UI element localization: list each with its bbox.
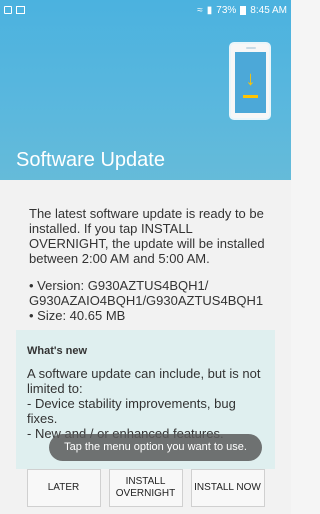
download-bar-icon bbox=[243, 95, 258, 98]
phone-screen: ↓ bbox=[235, 52, 266, 113]
status-right: ≈ ▮ 73% 8:45 AM bbox=[197, 5, 287, 16]
status-left bbox=[4, 6, 25, 14]
page-title: Software Update bbox=[16, 149, 165, 171]
gallery-icon bbox=[4, 6, 12, 14]
update-intro: The latest software update is ready to b… bbox=[29, 206, 265, 266]
later-button[interactable]: LATER bbox=[26, 469, 101, 507]
size-line: • Size: 40.65 MB bbox=[29, 308, 126, 323]
update-content: The latest software update is ready to b… bbox=[0, 180, 291, 514]
whats-new-line-2: - Device stability improvements, bug fix… bbox=[27, 396, 236, 426]
version-continued: G930AZAIO4BQH1/G930AZTUS4BQH1 bbox=[29, 293, 264, 308]
whats-new-box: What's new A software update can include… bbox=[16, 330, 275, 487]
install-overnight-button[interactable]: INSTALL OVERNIGHT bbox=[108, 469, 183, 507]
version-line: • Version: G930AZTUS4BQH1/ bbox=[29, 278, 209, 293]
update-details: • Version: G930AZTUS4BQH1/ G930AZAIO4BQH… bbox=[29, 278, 272, 323]
whats-new-body: A software update can include, but is no… bbox=[27, 366, 263, 441]
toast-message: Tap the menu option you want to use. bbox=[49, 434, 262, 461]
whats-new-line-1: A software update can include, but is no… bbox=[27, 366, 261, 396]
battery-percent: 73% bbox=[216, 4, 237, 16]
notification-icon bbox=[16, 6, 25, 14]
whats-new-title: What's new bbox=[27, 345, 88, 357]
status-time: 8:45 AM bbox=[250, 4, 287, 16]
phone-speaker bbox=[246, 47, 256, 49]
action-bar: LATER INSTALL OVERNIGHT INSTALL NOW bbox=[0, 469, 291, 514]
battery-icon bbox=[240, 5, 247, 15]
status-bar: ≈ ▮ 73% 8:45 AM bbox=[0, 0, 291, 20]
wifi-icon: ≈ bbox=[197, 4, 203, 16]
download-arrow-icon: ↓ bbox=[245, 68, 256, 90]
install-now-button[interactable]: INSTALL NOW bbox=[190, 469, 265, 507]
download-phone-icon: ↓ bbox=[229, 42, 271, 120]
signal-icon: ▮ bbox=[206, 4, 213, 16]
